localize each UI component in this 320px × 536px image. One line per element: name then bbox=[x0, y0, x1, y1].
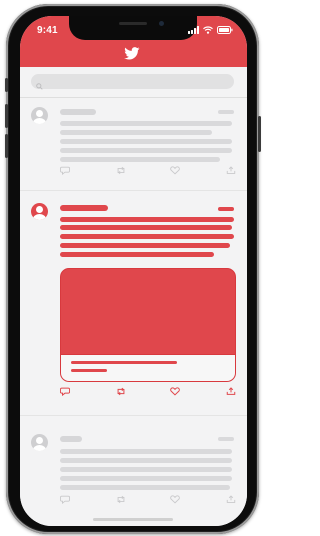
tweet-actions bbox=[60, 166, 236, 176]
tweet-text-line bbox=[60, 217, 234, 222]
tweet-text-line bbox=[60, 449, 232, 454]
side-button bbox=[258, 116, 261, 152]
status-time: 9:41 bbox=[37, 25, 58, 36]
default-avatar-icon[interactable] bbox=[31, 203, 48, 220]
side-button bbox=[5, 104, 8, 128]
app-header: 9:41 bbox=[20, 16, 247, 67]
tweet-actions bbox=[60, 495, 236, 505]
tweet-card[interactable] bbox=[20, 416, 247, 526]
like-icon[interactable] bbox=[170, 495, 180, 504]
notch bbox=[69, 16, 197, 40]
tweet-card[interactable] bbox=[20, 98, 247, 191]
side-button bbox=[5, 134, 8, 158]
tweet-author-name bbox=[60, 109, 96, 115]
tweet-author-name bbox=[60, 436, 82, 442]
tweet-text-line bbox=[60, 139, 232, 144]
status-icons bbox=[188, 26, 233, 34]
tweet-timestamp bbox=[218, 207, 234, 211]
tweet-text-line bbox=[60, 467, 232, 472]
tweet-text-line bbox=[60, 234, 234, 239]
like-icon[interactable] bbox=[170, 387, 180, 396]
tweet-timestamp bbox=[218, 110, 234, 114]
reply-icon[interactable] bbox=[60, 166, 70, 175]
retweet-icon[interactable] bbox=[116, 387, 126, 396]
front-camera bbox=[159, 21, 164, 26]
tweet-text-line bbox=[60, 225, 232, 230]
tweet-text-line bbox=[60, 476, 232, 481]
twitter-bird-icon[interactable] bbox=[124, 47, 140, 65]
media-caption-line bbox=[71, 361, 177, 364]
speaker bbox=[119, 22, 147, 25]
tweet-text-line bbox=[60, 243, 230, 248]
search-input[interactable] bbox=[31, 74, 234, 89]
phone-screen: 9:41 bbox=[20, 16, 247, 526]
search-icon bbox=[36, 77, 43, 95]
default-avatar-icon[interactable] bbox=[31, 434, 48, 451]
media-caption bbox=[61, 354, 235, 381]
home-indicator[interactable] bbox=[93, 518, 173, 521]
tweet-text-line bbox=[60, 252, 214, 257]
tweet-text-line bbox=[60, 157, 220, 162]
search-bar bbox=[20, 67, 247, 98]
share-icon[interactable] bbox=[226, 166, 236, 175]
battery-icon bbox=[217, 26, 233, 34]
tweet-card-highlighted[interactable] bbox=[20, 191, 247, 416]
share-icon[interactable] bbox=[226, 495, 236, 504]
like-icon[interactable] bbox=[170, 166, 180, 175]
tweet-media-card[interactable] bbox=[60, 268, 236, 382]
tweet-author-name bbox=[60, 205, 108, 211]
side-button bbox=[5, 78, 8, 92]
media-caption-line bbox=[71, 369, 107, 372]
tweet-text-line bbox=[60, 121, 232, 126]
wifi-icon bbox=[203, 26, 213, 34]
retweet-icon[interactable] bbox=[116, 495, 126, 504]
reply-icon[interactable] bbox=[60, 495, 70, 504]
signal-icon bbox=[188, 26, 199, 34]
retweet-icon[interactable] bbox=[116, 166, 126, 175]
default-avatar-icon[interactable] bbox=[31, 107, 48, 124]
reply-icon[interactable] bbox=[60, 387, 70, 396]
tweet-timestamp bbox=[218, 437, 234, 441]
tweet-text-line bbox=[60, 130, 212, 135]
tweet-actions bbox=[60, 387, 236, 397]
tweet-text-line bbox=[60, 485, 230, 490]
tweet-text-line bbox=[60, 458, 232, 463]
share-icon[interactable] bbox=[226, 387, 236, 396]
tweet-text-line bbox=[60, 148, 232, 153]
